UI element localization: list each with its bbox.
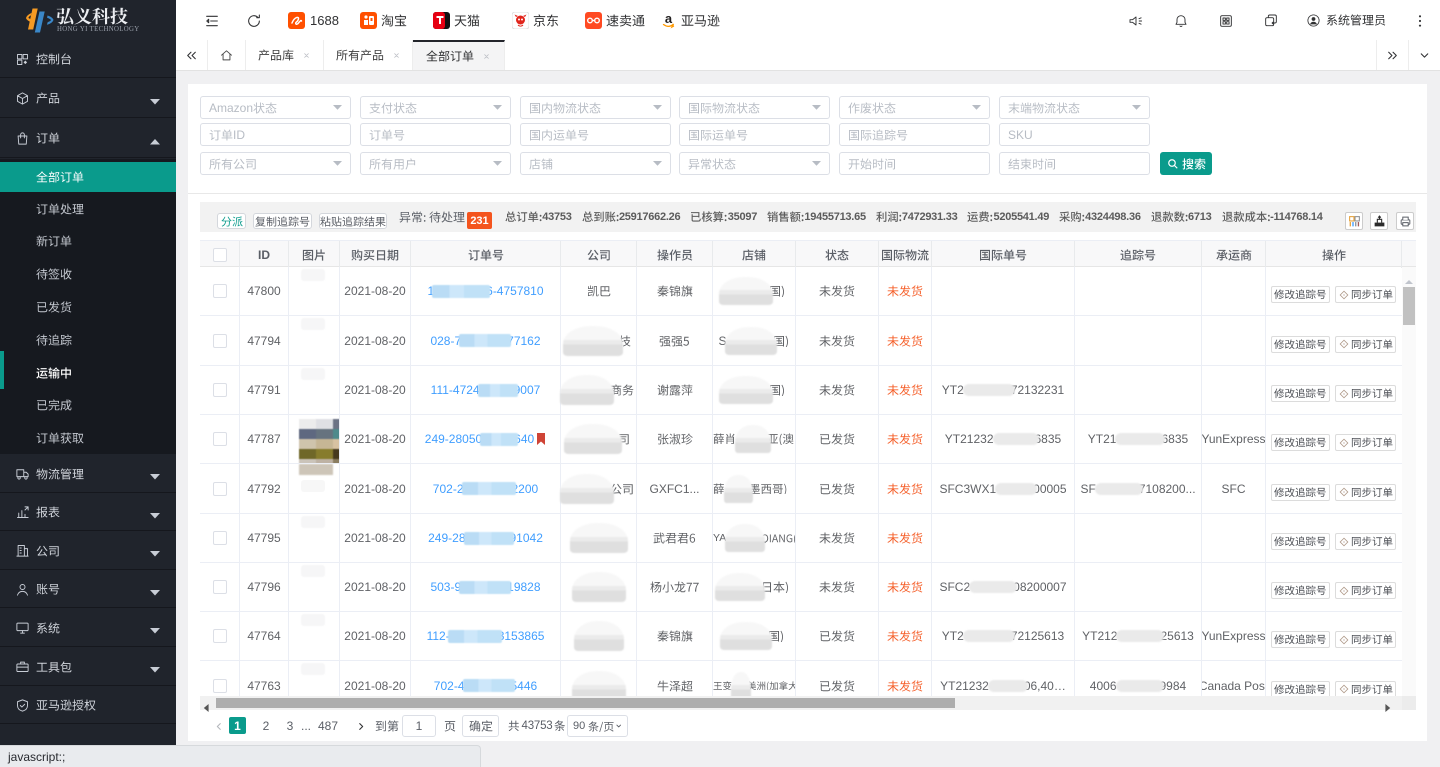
svg-text:a: a	[665, 12, 673, 26]
